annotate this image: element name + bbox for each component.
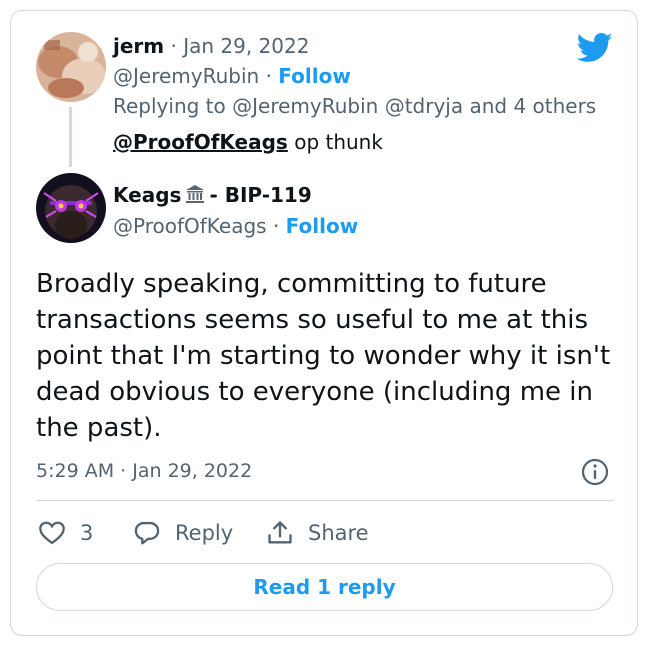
mention-link[interactable]: @ProofOfKeags bbox=[113, 130, 288, 154]
main-author-handle[interactable]: @ProofOfKeags bbox=[113, 214, 267, 238]
tweet-time: 5:29 AM bbox=[36, 460, 115, 482]
main-follow-link[interactable]: Follow bbox=[286, 214, 359, 238]
main-author-name[interactable]: Keags bbox=[113, 183, 181, 207]
main-handle-row: @ProofOfKeags · Follow bbox=[113, 214, 358, 238]
parent-tweet-date[interactable]: Jan 29, 2022 bbox=[183, 34, 309, 58]
parent-tweet-text: @ProofOfKeags op thunk bbox=[113, 130, 383, 154]
twitter-bird-icon[interactable] bbox=[577, 33, 613, 63]
bank-building-icon bbox=[186, 185, 205, 203]
avatar-jerm[interactable] bbox=[36, 32, 106, 102]
share-button[interactable]: Share bbox=[266, 515, 369, 551]
separator-dot: · bbox=[259, 64, 279, 88]
speech-bubble-icon bbox=[134, 521, 160, 545]
like-button[interactable]: 3 bbox=[38, 515, 93, 551]
main-author-suffix[interactable]: - BIP-119 bbox=[209, 183, 311, 207]
tweet-timestamp[interactable]: 5:29 AM · Jan 29, 2022 bbox=[36, 459, 252, 483]
share-label: Share bbox=[308, 521, 369, 545]
parent-author-name[interactable]: jerm bbox=[113, 34, 164, 58]
tweet-date: Jan 29, 2022 bbox=[132, 460, 253, 482]
read-replies-button[interactable]: Read 1 reply bbox=[36, 563, 613, 611]
main-tweet-text: Broadly speaking, committing to future t… bbox=[36, 269, 611, 443]
replying-to-targets[interactable]: @JeremyRubin @tdryja and 4 others bbox=[232, 94, 596, 118]
replying-to-row: Replying to @JeremyRubin @tdryja and 4 o… bbox=[113, 94, 596, 118]
parent-tweet-header: jerm · Jan 29, 2022 bbox=[113, 34, 309, 58]
avatar-keags[interactable] bbox=[36, 173, 106, 243]
reply-label: Reply bbox=[175, 521, 234, 545]
separator-dot: · bbox=[266, 214, 286, 238]
info-icon[interactable] bbox=[580, 457, 610, 487]
parent-author-handle[interactable]: @JeremyRubin bbox=[113, 64, 259, 88]
main-tweet-header: Keags - BIP-119 bbox=[113, 183, 312, 207]
parent-follow-link[interactable]: Follow bbox=[278, 64, 351, 88]
replying-to-prefix: Replying to bbox=[113, 94, 226, 118]
separator-dot: · bbox=[114, 460, 133, 482]
thread-connector-line bbox=[69, 107, 72, 167]
divider bbox=[36, 500, 614, 501]
parent-handle-row: @JeremyRubin · Follow bbox=[113, 64, 351, 88]
separator-dot: · bbox=[164, 34, 184, 58]
share-upload-icon bbox=[268, 521, 292, 544]
parent-tweet-body: op thunk bbox=[294, 130, 383, 154]
heart-icon bbox=[39, 521, 65, 545]
like-count: 3 bbox=[80, 521, 94, 545]
reply-button[interactable]: Reply bbox=[133, 515, 233, 551]
